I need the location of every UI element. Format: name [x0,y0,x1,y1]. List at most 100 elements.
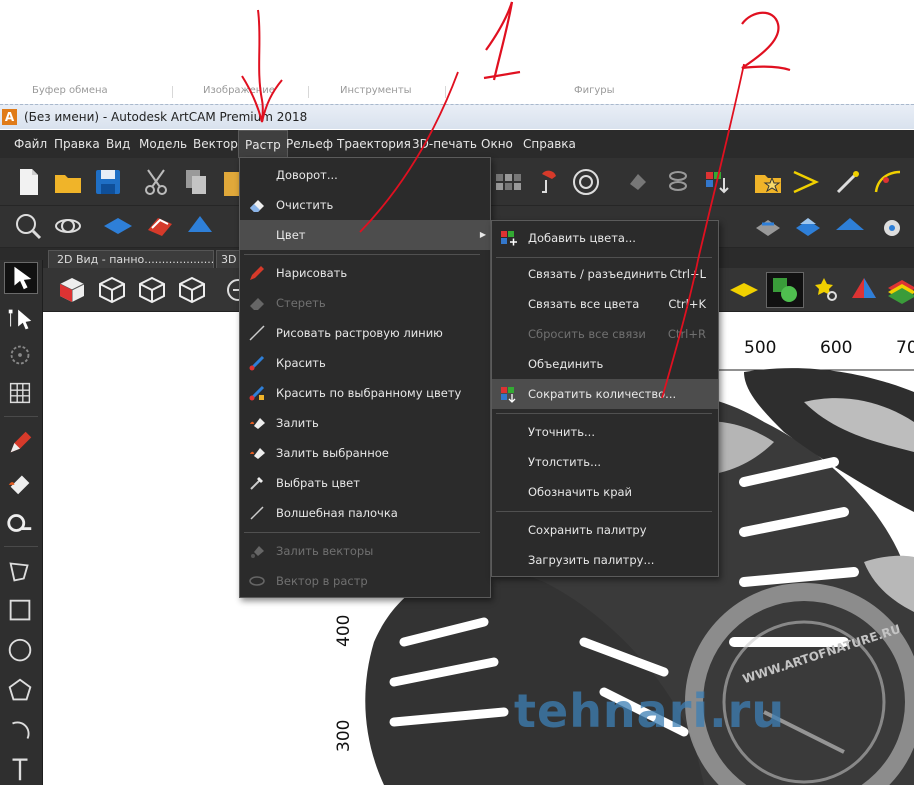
ruler-top-600: 600 [820,338,853,358]
artcam-logo-icon[interactable]: A [2,109,17,125]
relief-shape-icon[interactable] [184,210,216,242]
menu-3d-print[interactable]: 3D-печать [406,130,483,158]
left-tool-strip [0,260,43,785]
layers-icon[interactable] [662,166,694,198]
pencil-tool[interactable] [4,428,38,460]
relief-tool-2-icon[interactable] [792,210,824,242]
circle-tool[interactable] [4,636,38,668]
color-menu-item-merge[interactable]: Объединить [492,349,718,379]
color-menu-item-reset-links[interactable]: Сбросить все связи Ctrl+R [492,319,718,349]
raster-menu-item-magic-wand[interactable]: Волшебная палочка [240,498,490,528]
brush-icon [249,355,265,371]
view-cube-icon[interactable] [136,274,168,306]
menu-toolpath[interactable]: Траектория [331,130,417,158]
relief-diamond-icon[interactable] [102,210,134,242]
layered-diamond-icon[interactable] [886,274,914,306]
zoom-icon[interactable] [12,210,44,242]
relief-twist-icon[interactable] [144,210,176,242]
fill-tool[interactable] [4,468,38,500]
menu-window[interactable]: Окно [475,130,519,158]
cut-icon[interactable] [140,166,172,198]
raster-menu-item-vector-to-raster[interactable]: Вектор в растр [240,566,490,596]
menu-file[interactable]: Файл [8,130,53,158]
arc-tool[interactable] [4,716,38,748]
transform-tool[interactable] [4,340,38,372]
menu-model[interactable]: Модель [133,130,193,158]
menu-help[interactable]: Справка [517,130,582,158]
pencil-icon [10,431,32,453]
raster-menu-item-fill-selected[interactable]: Залить выбранное [240,438,490,468]
watermark-text: tehnari.ru [514,684,786,738]
sphere-icon[interactable] [570,166,602,198]
color-menu-item-save-palette[interactable]: Сохранить палитру [492,515,718,545]
raster-menu-item-rotate[interactable]: Доворот... [240,160,490,190]
select-tool[interactable] [4,262,38,294]
reduce-colors-icon[interactable] [702,166,734,198]
vector-arrow-icon[interactable] [790,166,822,198]
color-menu-item-load-palette[interactable]: Загрузить палитру... [492,545,718,575]
ribbon-label-tools: Инструменты [340,85,412,96]
color-menu-item-link-unlink[interactable]: Связать / разъединить Ctrl+L [492,259,718,289]
window-titlebar: A (Без имени) - Autodesk ArtCAM Premium … [0,104,914,129]
paint-tool-icon[interactable] [622,166,654,198]
color-menu-item-reduce-colors[interactable]: Сократить количество... [492,379,718,409]
tool-divider [4,416,38,417]
add-colors-icon [501,231,517,246]
relief-tool-4-icon[interactable] [876,210,908,242]
menu-view[interactable]: Вид [100,130,136,158]
raster-menu-item-pick-color[interactable]: Выбрать цвет [240,468,490,498]
fill-bucket-icon [250,418,265,429]
view-iso-red-icon[interactable] [56,274,88,306]
raster-menu-item-erase[interactable]: Стереть [240,288,490,318]
menu-edit[interactable]: Правка [48,130,106,158]
text-tool[interactable] [4,754,38,785]
color-menu-item-thin[interactable]: Уточнить... [492,417,718,447]
new-file-icon[interactable] [12,166,44,198]
relief-tool-1-icon[interactable] [752,210,784,242]
lamp-icon[interactable] [532,166,564,198]
star-folder-icon[interactable] [752,166,784,198]
shape-green-icon[interactable] [769,274,801,306]
raster-menu-item-paint[interactable]: Красить [240,348,490,378]
color-submenu: Добавить цвета... Связать / разъединить … [491,220,719,577]
menu-vector[interactable]: Вектор [187,130,244,158]
raster-menu-item-fill-vectors[interactable]: Залить векторы [240,536,490,566]
measure-tool[interactable] [4,508,38,540]
grid-icon[interactable] [492,166,524,198]
tape-measure-icon [7,514,32,532]
raster-menu-item-fill[interactable]: Залить [240,408,490,438]
submenu-arrow-icon: ▶ [479,230,486,239]
node-edit-icon [8,309,32,330]
view-cube-icon[interactable] [176,274,208,306]
raster-menu-item-draw[interactable]: Нарисовать [240,258,490,288]
raster-menu-item-clear[interactable]: Очистить [240,190,490,220]
warp-tool[interactable] [4,378,38,410]
color-menu-item-add-colors[interactable]: Добавить цвета... [492,223,718,253]
ruler-left-400: 400 [334,614,354,647]
raster-menu-item-raster-line[interactable]: Рисовать растровую линию [240,318,490,348]
raster-menu-item-color[interactable]: Цвет ▶ [240,220,490,250]
relief-tool-3-icon[interactable] [834,210,866,242]
color-menu-item-link-all[interactable]: Связать все цвета Ctrl+K [492,289,718,319]
raster-menu-item-paint-selected[interactable]: Красить по выбранному цвету [240,378,490,408]
magic-wand-icon[interactable] [832,166,864,198]
ribbon-divider [308,86,309,98]
save-icon[interactable] [92,166,124,198]
polygon-tool[interactable] [4,676,38,708]
curve-tool-icon[interactable] [872,166,904,198]
eraser-disabled-icon [250,298,264,310]
layer-yellow-icon[interactable] [728,274,760,306]
star-search-icon[interactable] [810,274,842,306]
copy-icon[interactable] [180,166,212,198]
node-edit-tool[interactable] [4,304,38,336]
pyramid-icon[interactable] [848,274,880,306]
rectangle-tool[interactable] [4,596,38,628]
orbit-icon[interactable] [52,210,84,242]
eraser-fill-icon [8,475,30,495]
polyline-tool[interactable] [4,556,38,588]
open-folder-icon[interactable] [52,166,84,198]
color-menu-item-thicken[interactable]: Утолстить... [492,447,718,477]
view-cube-icon[interactable] [96,274,128,306]
tab-2d-view[interactable]: 2D Вид - панно......................... [48,250,214,268]
color-menu-item-mark-edge[interactable]: Обозначить край [492,477,718,507]
